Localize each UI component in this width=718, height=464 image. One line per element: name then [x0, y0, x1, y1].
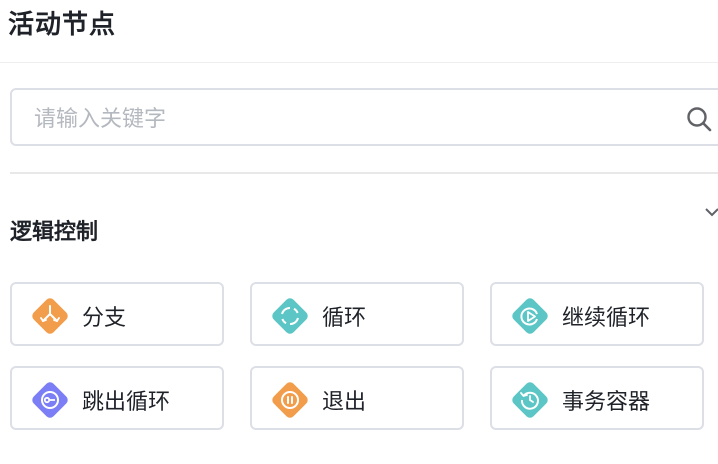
search-input[interactable]: [32, 100, 656, 138]
chevron-down-icon[interactable]: [704, 204, 718, 220]
continue-loop-icon: [512, 298, 548, 334]
node-label: 事务容器: [562, 390, 651, 415]
node-exit[interactable]: 退出: [250, 366, 464, 430]
node-label: 分支: [82, 306, 127, 331]
node-transaction-container[interactable]: 事务容器: [490, 366, 704, 430]
node-break-loop[interactable]: 跳出循环: [10, 366, 224, 430]
node-label: 继续循环: [562, 306, 651, 331]
search-icon[interactable]: [686, 106, 712, 132]
search-box[interactable]: [10, 88, 718, 146]
panel-title: 活动节点: [8, 10, 117, 40]
node-label: 退出: [322, 390, 367, 415]
divider: [0, 62, 718, 63]
node-loop[interactable]: 循环: [250, 282, 464, 346]
node-continue-loop[interactable]: 继续循环: [490, 282, 704, 346]
node-label: 循环: [322, 306, 367, 331]
exit-icon: [272, 382, 308, 418]
break-loop-icon: [32, 382, 68, 418]
loop-icon: [272, 298, 308, 334]
section-title-logic-control[interactable]: 逻辑控制: [10, 214, 98, 246]
branch-icon: [32, 298, 68, 334]
node-label: 跳出循环: [82, 390, 171, 415]
activity-nodes-panel: 活动节点 逻辑控制 分支: [0, 0, 718, 464]
transaction-icon: [512, 382, 548, 418]
divider: [10, 172, 718, 174]
node-branch[interactable]: 分支: [10, 282, 224, 346]
